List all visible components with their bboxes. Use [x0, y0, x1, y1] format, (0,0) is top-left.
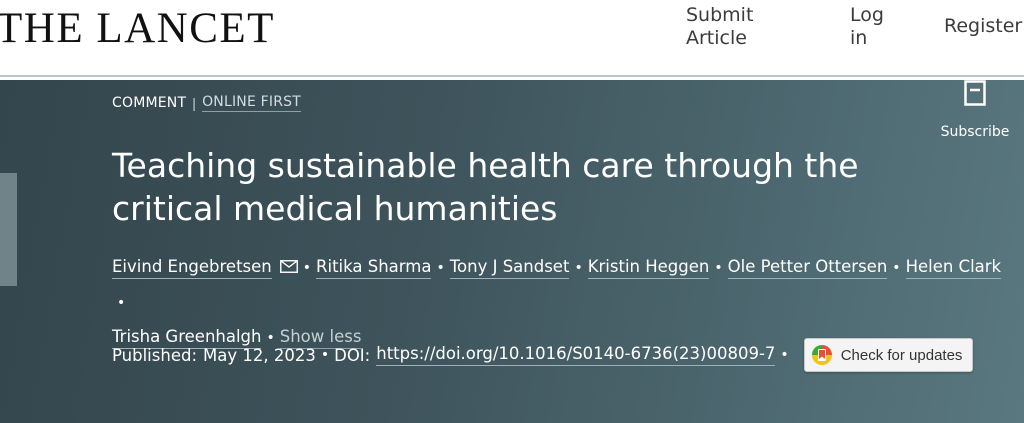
author-link[interactable]: Ole Petter Ottersen	[727, 257, 888, 279]
author-link[interactable]: Kristin Heggen	[587, 257, 710, 279]
article-meta: COMMENT | ONLINE FIRST	[112, 94, 302, 112]
check-for-updates-button[interactable]: Check for updates	[803, 338, 974, 372]
author-link[interactable]: Tony J Sandset	[449, 257, 570, 279]
article-type-label: COMMENT	[112, 95, 187, 111]
publication-info: Published: May 12, 2023 • DOI: https://d…	[112, 338, 974, 372]
bullet: •	[320, 347, 330, 363]
author-link[interactable]: Ritika Sharma	[316, 257, 432, 279]
site-header: THE LANCET Submit Article Log in Registe…	[0, 0, 1024, 75]
article-title: Teaching sustainable health care through…	[112, 146, 859, 228]
register-link[interactable]: Register	[944, 15, 1024, 38]
mail-icon[interactable]	[279, 260, 298, 273]
side-tab-handle[interactable]	[0, 173, 17, 286]
bullet: •	[574, 260, 583, 276]
bookmark-document-icon	[964, 80, 986, 106]
subscribe-label: Subscribe	[940, 124, 1010, 140]
subscribe-button[interactable]: Subscribe	[930, 80, 1020, 140]
doi-link[interactable]: https://doi.org/10.1016/S0140-6736(23)00…	[376, 344, 776, 366]
bullet: •	[892, 260, 901, 276]
crossmark-icon	[811, 345, 832, 365]
published-date: May 12, 2023	[203, 345, 316, 365]
bullet: •	[302, 260, 312, 276]
bullet: •	[436, 260, 445, 276]
submit-article-link[interactable]: Submit Article	[686, 4, 796, 50]
bullet: •	[780, 347, 789, 363]
check-updates-label: Check for updates	[840, 346, 963, 364]
bullet: •	[714, 260, 723, 276]
lancet-logo[interactable]: THE LANCET	[0, 4, 275, 53]
published-label: Published:	[112, 345, 197, 365]
online-first-link[interactable]: ONLINE FIRST	[202, 94, 302, 112]
meta-separator: |	[192, 95, 197, 111]
author-link[interactable]: Helen Clark	[905, 257, 1002, 279]
article-hero-banner: COMMENT | ONLINE FIRST Subscribe Teachin…	[0, 80, 1024, 423]
doi-label: DOI:	[334, 345, 371, 365]
author-link[interactable]: Eivind Engebretsen	[112, 257, 272, 279]
login-link[interactable]: Log in	[850, 4, 900, 50]
bullet: •	[117, 295, 126, 311]
